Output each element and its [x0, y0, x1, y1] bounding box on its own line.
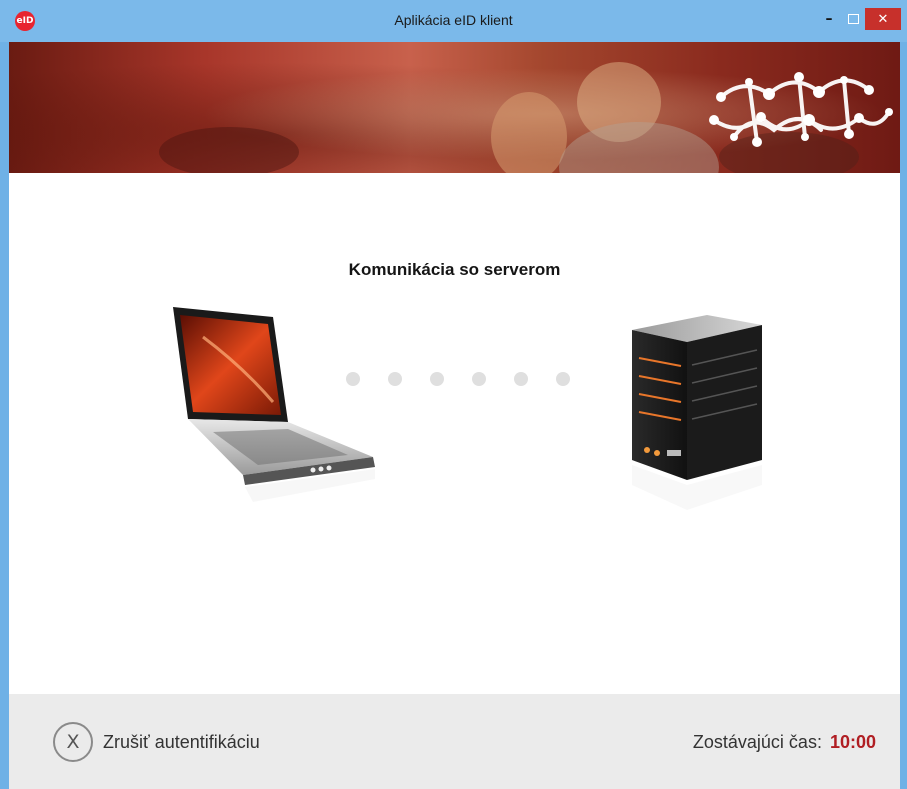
remaining-time-label: Zostávajúci čas: — [692, 732, 822, 752]
header-banner — [9, 42, 900, 173]
maximize-icon — [847, 14, 859, 24]
banner-figure — [719, 132, 859, 173]
close-circle-icon[interactable]: X — [53, 722, 93, 762]
cancel-authentication-label[interactable]: Zrušiť autentifikáciu — [103, 732, 260, 753]
server-icon — [617, 310, 777, 535]
laptop-icon — [163, 307, 383, 522]
banner-figure — [159, 127, 299, 173]
network-logo-icon — [712, 75, 891, 144]
page-title: Komunikácia so serverom — [348, 260, 561, 279]
progress-dot — [430, 372, 444, 386]
progress-dot — [472, 372, 486, 386]
window-title: Aplikácia eID klient — [394, 12, 513, 28]
cancel-authentication-button[interactable]: X Zrušiť autentifikáciu — [53, 722, 260, 762]
remaining-time: Zostávajúci čas: 10:00 — [693, 732, 876, 753]
banner-figure — [491, 92, 567, 173]
client-area: Komunikácia so serverom X Zrušiť autenti… — [9, 42, 900, 789]
progress-dot — [346, 372, 360, 386]
progress-dot — [556, 372, 570, 386]
maximize-button[interactable] — [842, 8, 864, 30]
close-button[interactable]: ✕ — [865, 8, 901, 30]
banner-figure — [559, 122, 719, 173]
minimize-button[interactable]: – — [818, 8, 840, 30]
footer-bar: X Zrušiť autentifikáciu Zostávajúci čas:… — [9, 694, 900, 789]
remaining-time-value: 10:00 — [829, 732, 876, 752]
progress-dot — [388, 372, 402, 386]
banner-illustration — [159, 62, 893, 173]
progress-dot — [514, 372, 528, 386]
app-window: eID Aplikácia eID klient – ✕ Komunikácia… — [0, 0, 907, 789]
title-bar[interactable]: eID Aplikácia eID klient – ✕ — [0, 0, 907, 42]
progress-indicator — [346, 372, 570, 386]
